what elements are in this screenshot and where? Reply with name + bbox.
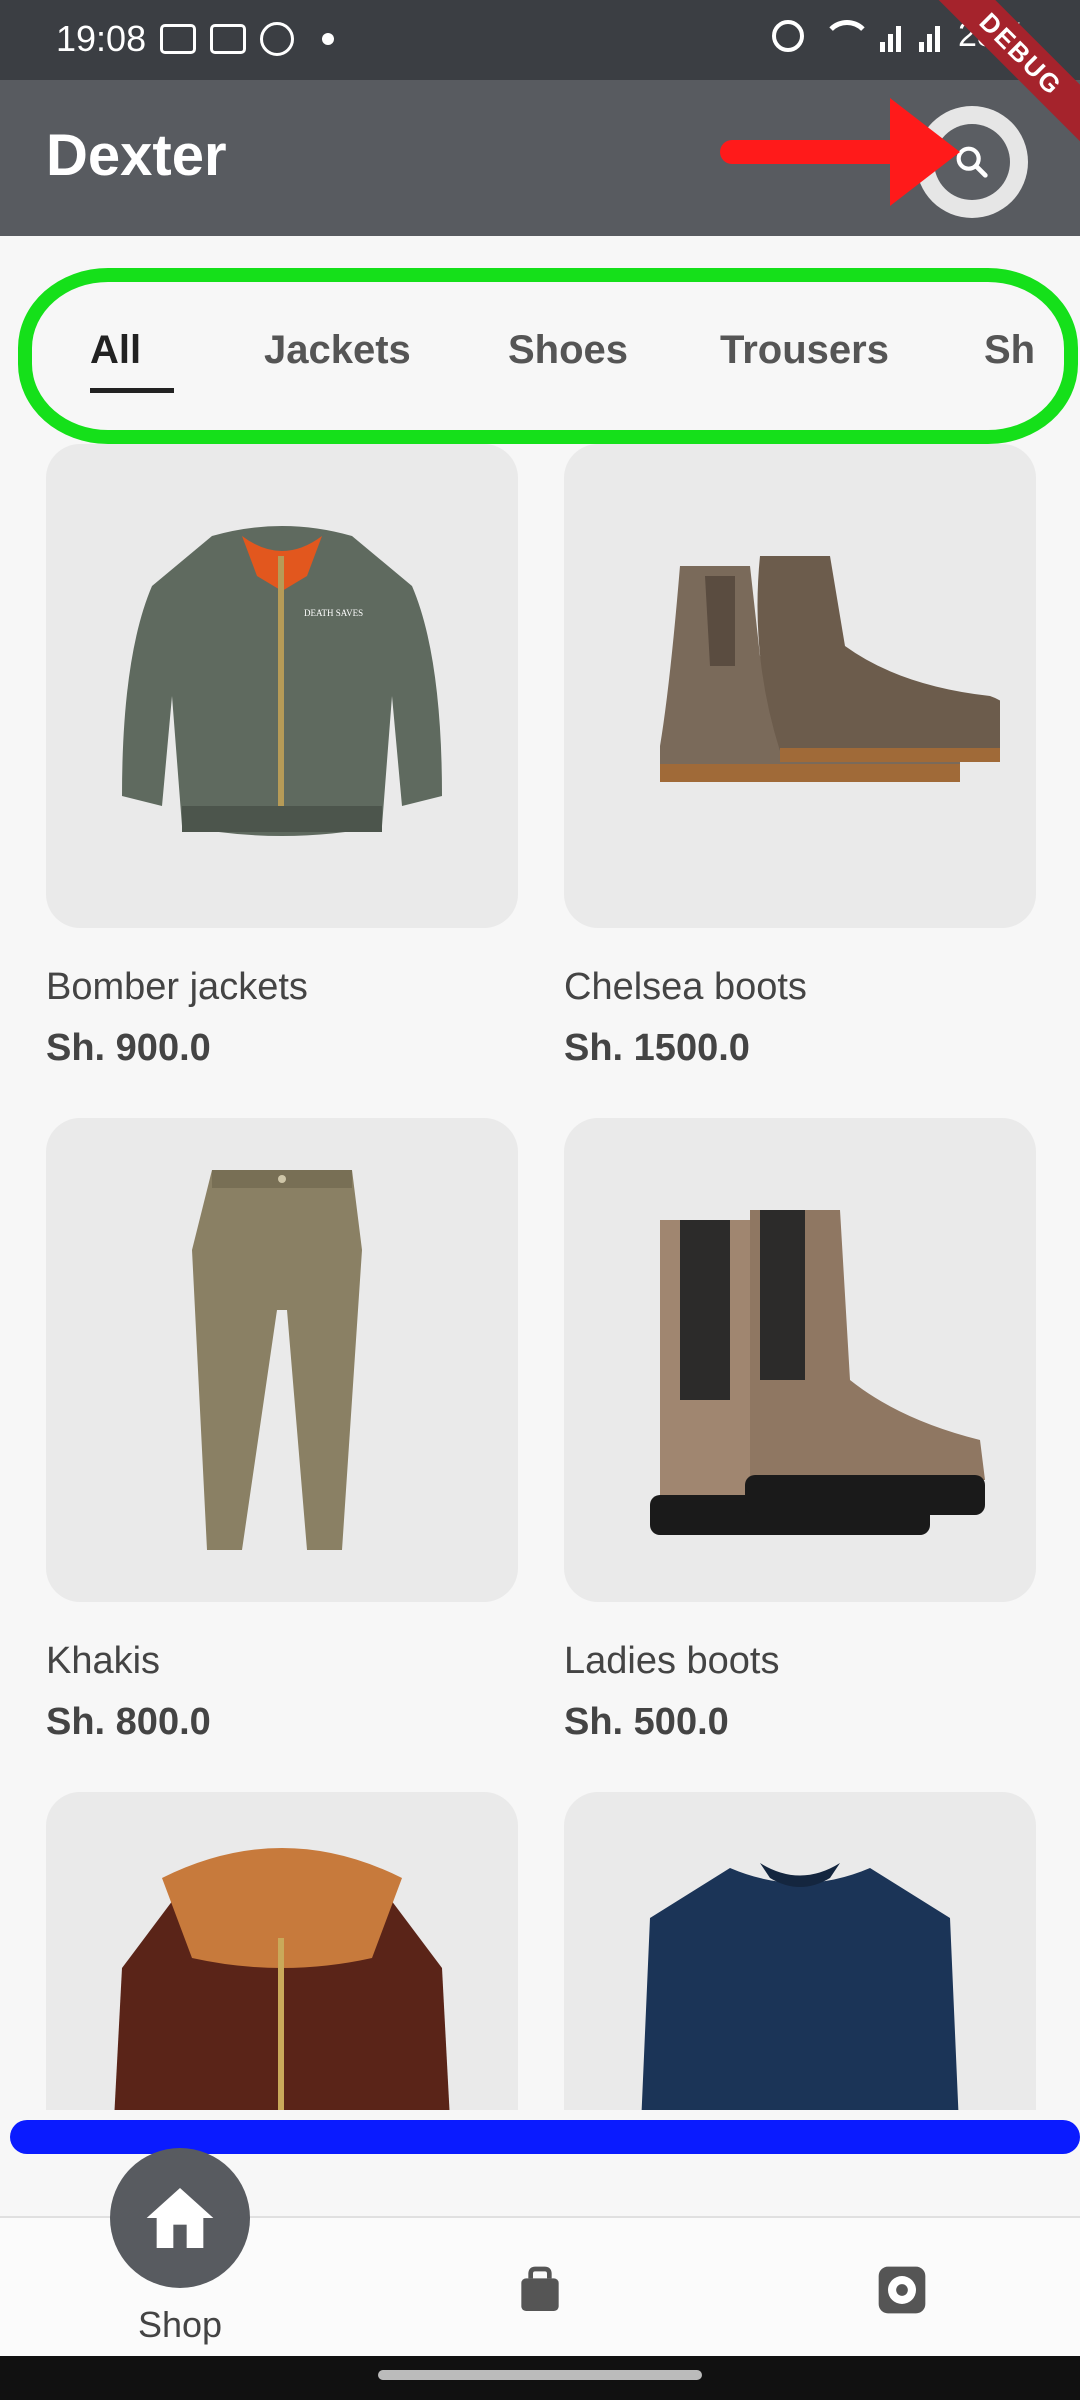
product-price: Sh. 1500.0 — [564, 1027, 750, 1069]
tab-indicator — [90, 388, 174, 393]
product-name: Khakis — [46, 1640, 161, 1682]
nav-settings-button[interactable] — [874, 2262, 930, 2323]
nav-shop-label: Shop — [138, 2304, 223, 2345]
home-icon — [146, 2188, 214, 2248]
product-image — [564, 444, 1036, 928]
product-image — [46, 1118, 518, 1602]
tab-trousers[interactable]: Trousers — [720, 328, 889, 373]
alarm-icon — [771, 19, 804, 52]
app-title: Dexter — [46, 123, 227, 188]
notification-icons — [160, 22, 334, 56]
product-name: Bomber jackets — [46, 966, 308, 1008]
tab-all[interactable]: All — [90, 328, 141, 373]
wifi-icon — [821, 19, 872, 52]
tab-shoes[interactable]: Shoes — [508, 328, 628, 373]
nav-cart-button[interactable] — [512, 2262, 568, 2323]
product-image: DEATH SAVES — [46, 444, 518, 928]
tab-shirts[interactable]: Sh — [984, 328, 1035, 373]
product-image — [564, 1118, 1036, 1602]
product-price: Sh. 900.0 — [46, 1027, 211, 1069]
settings-icon — [878, 2266, 926, 2314]
system-navigation-bar — [0, 2356, 1080, 2400]
annotation-arrow — [720, 98, 960, 206]
bottom-navigation: Shop — [0, 2148, 1080, 2356]
jacket-print-text: DEATH SAVES — [304, 608, 363, 618]
status-time: 19:08 — [56, 18, 147, 59]
signal-icon — [918, 20, 940, 52]
tab-jackets[interactable]: Jackets — [264, 328, 411, 373]
signal-icon — [879, 20, 901, 52]
product-price: Sh. 800.0 — [46, 1701, 211, 1743]
message-icon — [210, 24, 246, 54]
product-card[interactable]: DEATH SAVES Bomber jackets Sh. 900.0 — [46, 444, 518, 1070]
product-price: Sh. 500.0 — [564, 1701, 729, 1743]
category-tabs: All Jackets Shoes Trousers Sh — [0, 236, 1080, 428]
product-card[interactable]: Chelsea boots Sh. 1500.0 — [564, 444, 1036, 1070]
nav-shop-button[interactable] — [110, 2148, 250, 2288]
product-card[interactable]: Ladies boots Sh. 500.0 — [564, 1118, 1036, 1744]
message-icon — [160, 24, 196, 54]
product-card[interactable]: Khakis Sh. 800.0 — [46, 1118, 518, 1744]
shopping-bag-icon — [521, 2266, 559, 2311]
product-name: Ladies boots — [564, 1640, 780, 1682]
status-bar: 19:08 28% — [0, 0, 1080, 80]
more-notifications-dot — [322, 33, 334, 45]
home-gesture-bar[interactable] — [378, 2370, 702, 2380]
whatsapp-icon — [260, 22, 294, 56]
product-name: Chelsea boots — [564, 966, 807, 1008]
